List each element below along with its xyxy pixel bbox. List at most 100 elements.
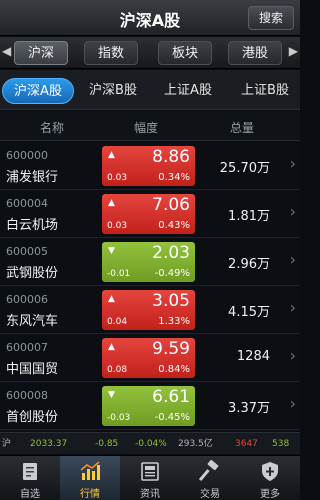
- stock-code: 600007: [6, 341, 48, 354]
- up-arrow-icon: ▲: [108, 342, 115, 352]
- ticker-percent: -0.04%: [135, 439, 167, 449]
- ticker-up-count: 3647: [235, 439, 258, 449]
- stock-change: 0.03: [107, 173, 128, 183]
- stock-price: 2.03: [152, 243, 190, 263]
- nav-trade-label: 交易: [200, 489, 220, 500]
- table-row[interactable]: 600006 东风汽车 ▲ 3.05 0.04 1.33% 4.15万 ›: [0, 286, 300, 334]
- down-arrow-icon: ▼: [108, 246, 115, 256]
- index-ticker[interactable]: 沪 2033.37 -0.85 -0.04% 293.5亿 3647 538: [0, 432, 300, 454]
- stock-name: 首创股份: [6, 410, 59, 425]
- tab-hk-stocks[interactable]: 港股: [228, 41, 282, 65]
- chevron-right-icon: ›: [289, 250, 296, 269]
- chevron-right-icon: ›: [289, 394, 296, 413]
- table-row[interactable]: 600008 首创股份 ▼ 6.61 -0.03 -0.45% 3.37万 ›: [0, 382, 300, 430]
- ticker-amount: 293.5亿: [178, 439, 213, 449]
- subtab-shanghai-b[interactable]: 上证B股: [232, 78, 298, 104]
- nav-news-label: 资讯: [140, 489, 160, 500]
- stock-code: 600005: [6, 245, 48, 258]
- nav-news[interactable]: 资讯: [120, 456, 180, 500]
- table-row[interactable]: 600000 浦发银行 ▲ 8.86 0.03 0.34% 25.70万 ›: [0, 142, 300, 190]
- stock-percent: 0.43%: [158, 220, 190, 231]
- ticker-down-count: 538: [272, 439, 290, 449]
- down-arrow-icon: ▼: [108, 390, 115, 400]
- nav-favorites[interactable]: 自选: [0, 456, 60, 500]
- title-bar: 沪深A股 搜索: [0, 0, 300, 36]
- market-tabs: ◀ 沪深 指数 板块 港股 ▶: [0, 37, 300, 69]
- stock-price: 8.86: [152, 147, 190, 167]
- chevron-right-icon: ›: [289, 202, 296, 221]
- nav-more[interactable]: 更多: [240, 456, 300, 500]
- price-cell[interactable]: ▲ 9.59 0.08 0.84%: [102, 338, 195, 378]
- stock-percent: -0.49%: [154, 268, 190, 279]
- trade-hammer-icon: [199, 460, 219, 482]
- stock-name: 浦发银行: [6, 170, 59, 185]
- col-change[interactable]: 幅度: [134, 119, 158, 136]
- bottom-nav: 自选 行情 资讯 交易 更多: [0, 455, 300, 500]
- nav-market[interactable]: 行情: [60, 456, 120, 500]
- price-cell[interactable]: ▼ 2.03 -0.01 -0.49%: [102, 242, 195, 282]
- chevron-right-icon: ›: [289, 346, 296, 365]
- stock-change: 0.03: [107, 221, 128, 231]
- stock-change: -0.03: [107, 413, 131, 423]
- stock-percent: 0.84%: [158, 364, 190, 375]
- tab-index[interactable]: 指数: [84, 41, 138, 65]
- stock-code: 600000: [6, 149, 48, 162]
- ticker-index: 2033.37: [30, 439, 68, 449]
- ticker-label: 沪: [2, 439, 12, 449]
- stock-name: 白云机场: [6, 218, 59, 233]
- market-chart-icon: [80, 461, 100, 480]
- stock-percent: 1.33%: [158, 316, 190, 327]
- col-name[interactable]: 名称: [40, 119, 64, 136]
- price-cell[interactable]: ▲ 3.05 0.04 1.33%: [102, 290, 195, 330]
- stock-volume: 1284: [236, 349, 270, 364]
- price-cell[interactable]: ▲ 7.06 0.03 0.43%: [102, 194, 195, 234]
- search-button[interactable]: 搜索: [248, 6, 294, 30]
- more-shield-icon: [262, 462, 278, 481]
- stock-price: 9.59: [152, 339, 190, 359]
- stock-price: 6.61: [152, 387, 190, 407]
- chevron-right-icon: ›: [289, 298, 296, 317]
- stock-code: 600004: [6, 197, 48, 210]
- subtab-hushen-a[interactable]: 沪深A股: [2, 78, 74, 104]
- ticker-change: -0.85: [95, 439, 119, 449]
- stock-change: 0.08: [107, 365, 128, 375]
- stock-name: 武钢股份: [6, 266, 59, 281]
- stock-code: 600006: [6, 293, 48, 306]
- nav-more-label: 更多: [260, 489, 280, 500]
- news-icon: [141, 462, 159, 481]
- stock-name: 东风汽车: [6, 314, 59, 329]
- scroll-left-icon[interactable]: ◀: [2, 44, 11, 58]
- tab-hushen[interactable]: 沪深: [14, 41, 68, 65]
- table-row[interactable]: 600007 中国国贸 ▲ 9.59 0.08 0.84% 1284 ›: [0, 334, 300, 382]
- stock-change: 0.04: [107, 317, 128, 327]
- sub-tabs: 沪深A股 沪深B股 上证A股 上证B股: [0, 70, 300, 110]
- column-headers: 名称 幅度 总量: [0, 111, 300, 141]
- stock-volume: 1.81万: [228, 209, 270, 224]
- subtab-hushen-b[interactable]: 沪深B股: [82, 78, 144, 104]
- stock-code: 600008: [6, 389, 48, 402]
- table-row[interactable]: 600005 武钢股份 ▼ 2.03 -0.01 -0.49% 2.96万 ›: [0, 238, 300, 286]
- stock-volume: 2.96万: [228, 257, 270, 272]
- up-arrow-icon: ▲: [108, 198, 115, 208]
- up-arrow-icon: ▲: [108, 294, 115, 304]
- stock-volume: 25.70万: [219, 161, 270, 176]
- nav-favorites-label: 自选: [20, 489, 40, 500]
- stock-volume: 3.37万: [228, 401, 270, 416]
- favorites-icon: [23, 463, 37, 480]
- stock-volume: 4.15万: [228, 305, 270, 320]
- stock-price: 3.05: [152, 291, 190, 311]
- nav-trade[interactable]: 交易: [180, 456, 240, 500]
- tab-sector[interactable]: 板块: [158, 41, 212, 65]
- price-cell[interactable]: ▼ 6.61 -0.03 -0.45%: [102, 386, 195, 426]
- subtab-shanghai-a[interactable]: 上证A股: [156, 78, 220, 104]
- price-cell[interactable]: ▲ 8.86 0.03 0.34%: [102, 146, 195, 186]
- stock-name: 中国国贸: [6, 362, 59, 377]
- scroll-right-icon[interactable]: ▶: [289, 44, 298, 58]
- stock-change: -0.01: [107, 269, 131, 279]
- table-row[interactable]: 600004 白云机场 ▲ 7.06 0.03 0.43% 1.81万 ›: [0, 190, 300, 238]
- stock-price: 7.06: [152, 195, 190, 215]
- chevron-right-icon: ›: [289, 154, 296, 173]
- stock-percent: -0.45%: [154, 412, 190, 423]
- col-volume[interactable]: 总量: [230, 119, 254, 136]
- up-arrow-icon: ▲: [108, 150, 115, 160]
